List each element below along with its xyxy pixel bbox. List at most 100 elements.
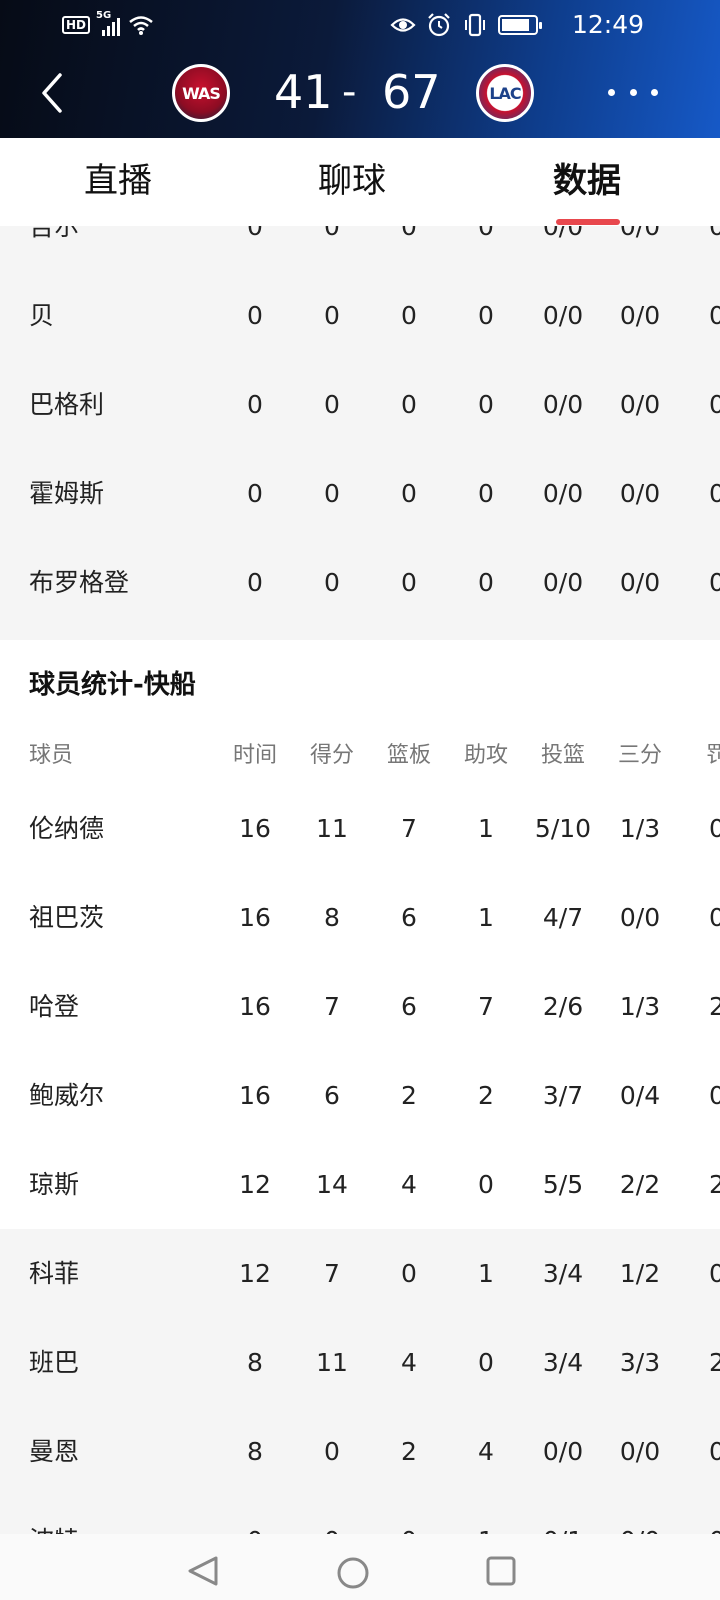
active-tab-indicator — [556, 219, 620, 225]
stat-time: 16 — [239, 992, 271, 1021]
table-row[interactable]: 鲍威尔 16 6 2 2 3/7 0/4 0 — [0, 1051, 720, 1140]
stat-extra: 0 — [709, 301, 720, 330]
player-name[interactable]: 科菲 — [29, 1259, 219, 1289]
chevron-left-icon — [42, 73, 62, 113]
player-name[interactable]: 班巴 — [29, 1348, 219, 1378]
tab-chat[interactable]: 聊球 — [318, 158, 386, 204]
player-name[interactable]: 哈登 — [29, 992, 219, 1022]
stat-time: 0 — [215, 1526, 295, 1534]
stat-three: 0/0 — [619, 479, 661, 508]
away-team-logo[interactable]: LAC — [476, 64, 534, 122]
stat-reb: 0 — [369, 1526, 449, 1534]
eye-icon — [390, 18, 416, 32]
stat-pts: 0 — [324, 226, 340, 241]
player-name[interactable]: 琼斯 — [29, 1170, 219, 1200]
player-name[interactable]: 巴格利 — [29, 390, 219, 420]
table-row[interactable]: 科菲 12 7 0 1 3/4 1/2 0 — [0, 1229, 720, 1318]
stat-time: 12 — [239, 1170, 271, 1199]
back-button[interactable] — [32, 68, 72, 118]
player-name[interactable]: 霍姆斯 — [29, 479, 219, 509]
player-name[interactable]: 贝 — [29, 301, 219, 331]
stat-three: 0/0 — [619, 226, 661, 241]
clippers-section-title: 球员统计-快船 — [29, 670, 196, 700]
stat-ast: 0 — [478, 301, 494, 330]
stat-three: 0/0 — [619, 1437, 661, 1466]
player-name[interactable]: 鲍威尔 — [29, 1081, 219, 1111]
game-header: HD 5G 12:49 WAS 41 - 67 LAC — [0, 0, 720, 138]
table-row[interactable]: 伦纳德 16 11 7 1 5/10 1/3 0 — [0, 784, 720, 873]
stat-pts: 14 — [316, 1170, 348, 1199]
player-name[interactable]: 布罗格登 — [29, 568, 219, 598]
stat-fg: 2/6 — [542, 992, 584, 1021]
stat-reb: 0 — [401, 568, 417, 597]
column-header[interactable]: 得分 — [292, 741, 372, 771]
stat-ast: 1 — [478, 814, 494, 843]
nav-back-icon[interactable] — [186, 1556, 220, 1586]
column-header[interactable]: 时间 — [215, 741, 295, 771]
column-header[interactable]: 助攻 — [446, 741, 526, 771]
stat-fg: 0/0 — [542, 1437, 584, 1466]
battery-icon — [498, 15, 542, 35]
stat-extra: 0 — [709, 1081, 720, 1110]
player-name[interactable]: 伦纳德 — [29, 814, 219, 844]
player-name[interactable]: 波特 — [29, 1526, 219, 1534]
player-name[interactable]: 祖巴茨 — [29, 903, 219, 933]
stat-ast: 0 — [478, 568, 494, 597]
stat-ast: 0 — [478, 390, 494, 419]
home-team-logo[interactable]: WAS — [172, 64, 230, 122]
column-header: 球员 — [29, 743, 74, 768]
stat-reb: 6 — [401, 903, 417, 932]
table-row[interactable]: 波特00010/10/00 — [0, 1496, 720, 1534]
column-header[interactable]: 三分 — [600, 741, 680, 771]
stat-pts: 7 — [324, 992, 340, 1021]
more-dot-icon — [608, 88, 615, 96]
column-header[interactable]: 投篮 — [523, 741, 603, 771]
stat-ast: 0 — [478, 479, 494, 508]
column-header[interactable]: 篮板 — [369, 741, 449, 771]
stats-content[interactable]: 吉尔 0 0 0 0 0/0 0/0 0 贝 0 0 0 0 0/0 0/0 0 巴格利 0 0 0 0 0/0 0/0 0 霍… — [0, 226, 720, 1534]
table-row[interactable]: 班巴 8 11 4 0 3/4 3/3 2 — [0, 1318, 720, 1407]
stat-three: 2/2 — [619, 1170, 661, 1199]
player-name[interactable]: 吉尔 — [29, 226, 219, 242]
home-team-abbr: WAS — [182, 83, 221, 103]
column-header[interactable]: 罚 — [677, 741, 720, 771]
stat-pts: 11 — [316, 814, 348, 843]
stat-pts: 0 — [324, 479, 340, 508]
table-row[interactable]: 霍姆斯 0 0 0 0 0/0 0/0 0 — [0, 449, 720, 538]
table-row[interactable]: 哈登 16 7 6 7 2/6 1/3 2 — [0, 962, 720, 1051]
table-row[interactable]: 巴格利 0 0 0 0 0/0 0/0 0 — [0, 360, 720, 449]
more-options-button[interactable] — [608, 72, 658, 112]
stat-fg: 0/0 — [542, 301, 584, 330]
table-row[interactable]: 曼恩 8 0 2 4 0/0 0/0 0 — [0, 1407, 720, 1496]
stat-pts: 7 — [324, 1259, 340, 1288]
stat-ast: 0 — [478, 226, 494, 241]
stat-ast: 1 — [478, 1259, 494, 1288]
away-score: 67 — [382, 65, 441, 119]
table-row[interactable]: 祖巴茨 16 8 6 1 4/7 0/0 0 — [0, 873, 720, 962]
stat-time: 12 — [239, 1259, 271, 1288]
stat-three: 0/4 — [619, 1081, 661, 1110]
nav-home-icon[interactable] — [336, 1556, 370, 1590]
stat-reb: 0 — [401, 301, 417, 330]
stat-pts: 6 — [324, 1081, 340, 1110]
tab-stats[interactable]: 数据 — [553, 158, 621, 204]
stat-extra: 0 — [709, 390, 720, 419]
stat-reb: 7 — [401, 814, 417, 843]
tab-live[interactable]: 直播 — [84, 158, 152, 204]
table-row[interactable]: 布罗格登 0 0 0 0 0/0 0/0 0 — [0, 538, 720, 627]
table-row[interactable]: 贝 0 0 0 0 0/0 0/0 0 — [0, 271, 720, 360]
nav-recents-icon[interactable] — [486, 1556, 516, 1586]
stat-ast: 2 — [478, 1081, 494, 1110]
stat-extra: 0 — [709, 903, 720, 932]
alarm-icon — [428, 13, 450, 37]
table-row[interactable]: 吉尔 0 0 0 0 0/0 0/0 0 — [0, 226, 720, 271]
stat-time: 0 — [247, 390, 263, 419]
stat-pts: 0 — [324, 390, 340, 419]
table-row[interactable]: 琼斯 12 14 4 0 5/5 2/2 2 — [0, 1140, 720, 1229]
away-team-abbr: LAC — [489, 83, 521, 103]
stat-reb: 2 — [401, 1081, 417, 1110]
stat-fg: 0/0 — [542, 479, 584, 508]
stat-pts: 0 — [324, 1437, 340, 1466]
player-name[interactable]: 曼恩 — [29, 1437, 219, 1467]
tab-bar: 直播 聊球 数据 — [0, 138, 720, 226]
